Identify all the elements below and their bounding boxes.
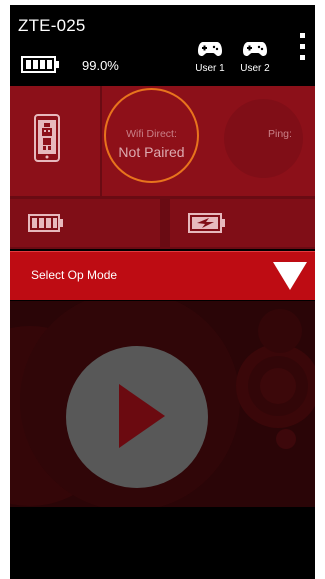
- charging-battery-icon: [188, 213, 225, 233]
- select-op-mode-dropdown[interactable]: Select Op Mode: [10, 251, 315, 300]
- battery-icon: [21, 56, 59, 73]
- gamepad-icon: [243, 42, 267, 56]
- wifi-direct-title: Wifi Direct:: [126, 128, 177, 140]
- battery-percent: 99.0%: [82, 58, 119, 73]
- overflow-menu-icon[interactable]: [297, 33, 307, 67]
- play-icon: [119, 384, 165, 448]
- user-2[interactable]: User 2: [235, 41, 275, 74]
- robot-battery-icon: [28, 214, 63, 232]
- user-1[interactable]: User 1: [190, 41, 230, 74]
- status-panel: Wifi Direct: Not Paired Ping:: [10, 86, 315, 249]
- user-2-label: User 2: [240, 63, 270, 74]
- ping-label: Ping:: [268, 128, 292, 140]
- wifi-direct-state: Not Paired: [118, 144, 185, 160]
- driver-station-screen: ZTE-025 99.0% User 1 User 2 Wifi Direct:…: [10, 5, 315, 579]
- robot-controller-icon: [34, 114, 60, 162]
- controller-battery-panel: [170, 199, 315, 247]
- robot-status-panel: [10, 86, 100, 196]
- user-1-label: User 1: [195, 63, 225, 74]
- bottom-bar: [10, 507, 315, 579]
- dropdown-triangle-icon[interactable]: [272, 260, 308, 292]
- op-mode-label: Select Op Mode: [31, 268, 118, 282]
- play-area: [10, 301, 315, 507]
- robot-battery-panel: [10, 199, 160, 247]
- play-button[interactable]: [66, 346, 208, 488]
- header: ZTE-025 99.0% User 1 User 2: [10, 5, 315, 85]
- device-name: ZTE-025: [18, 16, 86, 35]
- gamepad-icon: [198, 42, 222, 56]
